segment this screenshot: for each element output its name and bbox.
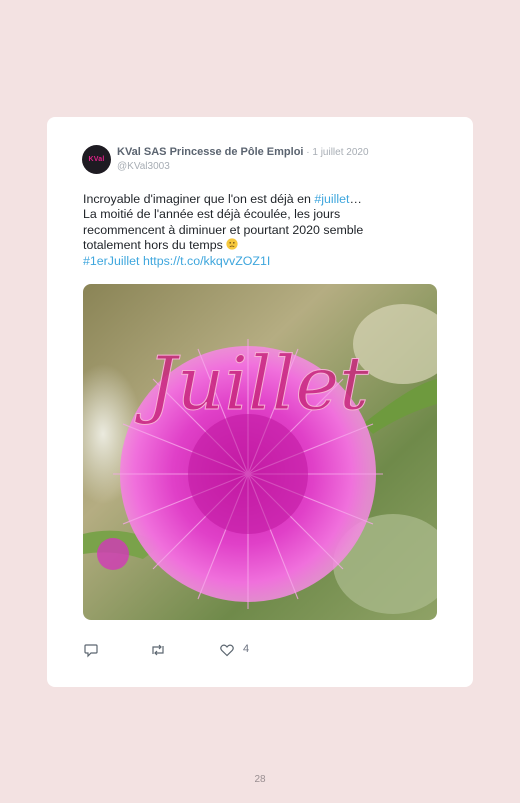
author-name[interactable]: KVal SAS Princesse de Pôle Emploi (117, 146, 303, 158)
hashtag-juillet[interactable]: #juillet (314, 192, 349, 206)
author-handle[interactable]: @KVal3003 (117, 161, 170, 172)
tweet-actions: 4 (83, 642, 283, 658)
tweet-text-ellipsis: … (349, 192, 362, 206)
page-number: 28 (254, 774, 266, 785)
thistle-flower-image: Juillet (83, 284, 437, 620)
tweet-header: KVal SAS Princesse de Pôle Emploi · 1 ju… (117, 146, 369, 158)
like-icon[interactable] (219, 642, 235, 658)
tweet-text: Incroyable d'imaginer que l'on est déjà … (83, 192, 413, 269)
tweet-link[interactable]: https://t.co/kkqvvZOZ1I (143, 254, 270, 268)
slightly-frowning-emoji-icon (226, 238, 238, 250)
tweet-text-line2: La moitié de l'année est déjà écoulée, l… (83, 207, 364, 253)
hashtag-1erjuillet[interactable]: #1erJuillet (83, 254, 139, 268)
tweet-card: KVal KVal SAS Princesse de Pôle Emploi ·… (47, 117, 473, 687)
like-count: 4 (243, 643, 250, 655)
tweet-text-part1: Incroyable d'imaginer que l'on est déjà … (83, 192, 315, 206)
tweet-date[interactable]: 1 juillet 2020 (312, 147, 368, 158)
reply-icon[interactable] (83, 642, 99, 658)
tweet-photo[interactable]: Juillet (83, 284, 437, 620)
avatar[interactable]: KVal (82, 145, 111, 174)
retweet-icon[interactable] (149, 642, 167, 658)
avatar-logo-text: KVal (88, 156, 105, 163)
image-overlay-text: Juillet (134, 341, 369, 427)
